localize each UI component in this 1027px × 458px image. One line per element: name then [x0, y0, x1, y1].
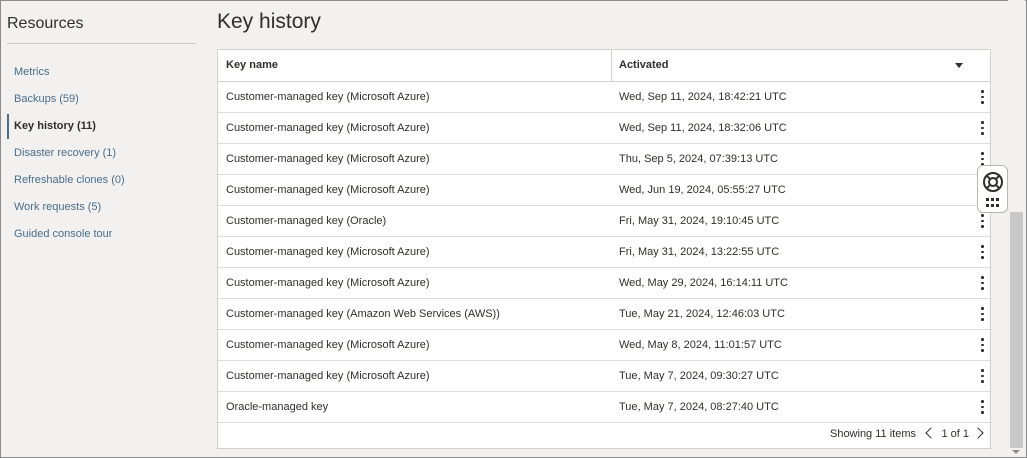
resources-title: Resources [7, 15, 84, 32]
resources-divider [7, 43, 196, 44]
activated-cell: Thu, Sep 5, 2024, 07:39:13 UTC [619, 153, 778, 165]
key-name-cell: Customer-managed key (Microsoft Azure) [226, 91, 430, 103]
kebab-icon[interactable] [975, 244, 989, 260]
resources-nav: Metrics Backups (59) Key history (11) Di… [7, 59, 197, 248]
sidebar-item-refreshable-clones[interactable]: Refreshable clones (0) [7, 167, 197, 194]
table-row: Customer-managed key (Microsoft Azure) Tu… [218, 361, 990, 392]
kebab-icon[interactable] [975, 399, 989, 415]
table-row: Customer-managed key (Microsoft Azure) We… [218, 268, 990, 299]
key-name-cell: Customer-managed key (Microsoft Azure) [226, 339, 430, 351]
activated-cell: Wed, May 29, 2024, 16:14:11 UTC [619, 277, 788, 289]
sidebar-item-backups[interactable]: Backups (59) [7, 86, 197, 113]
column-header-key-name[interactable]: Key name [226, 50, 278, 81]
table-row: Customer-managed key (Microsoft Azure) Th… [218, 144, 990, 175]
table-body: Customer-managed key (Microsoft Azure) We… [218, 82, 990, 423]
key-name-cell: Customer-managed key (Microsoft Azure) [226, 370, 430, 382]
key-name-cell: Customer-managed key (Microsoft Azure) [226, 246, 430, 258]
lifebuoy-icon[interactable] [982, 171, 1004, 193]
sidebar-item-work-requests[interactable]: Work requests (5) [7, 194, 197, 221]
activated-cell: Wed, May 8, 2024, 11:01:57 UTC [619, 339, 782, 351]
kebab-icon[interactable] [975, 368, 989, 384]
kebab-icon[interactable] [975, 275, 989, 291]
table-row: Customer-managed key (Microsoft Azure) Fr… [218, 237, 990, 268]
table-footer: Showing 11 items 1 of 1 [218, 420, 990, 448]
column-header-activated[interactable]: Activated [619, 50, 669, 81]
table-header: Key name Activated [218, 50, 990, 82]
activated-cell: Fri, May 31, 2024, 13:22:55 UTC [619, 246, 780, 258]
table-row: Oracle-managed key Tue, May 7, 2024, 08:2… [218, 392, 990, 423]
showing-count: Showing 11 items [829, 428, 916, 440]
scrollbar-thumb[interactable] [1010, 212, 1023, 448]
kebab-icon[interactable] [975, 120, 989, 136]
column-divider[interactable] [611, 50, 612, 81]
kebab-icon[interactable] [975, 213, 989, 229]
resources-sidebar: Resources Metrics Backups (59) Key histo… [7, 0, 197, 248]
table-row: Customer-managed key (Microsoft Azure) We… [218, 82, 990, 113]
activated-cell: Wed, Sep 11, 2024, 18:32:06 UTC [619, 122, 787, 134]
key-name-cell: Customer-managed key (Microsoft Azure) [226, 153, 430, 165]
table-row: Customer-managed key (Microsoft Azure) We… [218, 175, 990, 206]
scroll-down-arrow-icon[interactable] [1012, 450, 1020, 454]
sidebar-item-metrics[interactable]: Metrics [7, 59, 197, 86]
grid-icon[interactable] [986, 198, 1000, 208]
key-name-cell: Customer-managed key (Amazon Web Service… [226, 308, 500, 320]
key-name-cell: Customer-managed key (Microsoft Azure) [226, 277, 430, 289]
page-title: Key history [217, 10, 321, 33]
key-history-table: Key name Activated Customer-managed key … [217, 49, 991, 449]
key-name-cell: Oracle-managed key [226, 401, 329, 413]
key-name-cell: Customer-managed key (Oracle) [226, 215, 387, 227]
chevron-left-icon[interactable] [925, 427, 937, 439]
table-row: Customer-managed key (Oracle) Fri, May 31… [218, 206, 990, 237]
activated-cell: Tue, May 7, 2024, 09:30:27 UTC [619, 370, 779, 382]
kebab-icon[interactable] [975, 306, 989, 322]
kebab-icon[interactable] [975, 89, 989, 105]
table-row: Customer-managed key (Microsoft Azure) We… [218, 330, 990, 361]
kebab-icon[interactable] [975, 337, 989, 353]
sidebar-item-disaster-recovery[interactable]: Disaster recovery (1) [7, 140, 197, 167]
table-row: Customer-managed key (Amazon Web Service… [218, 299, 990, 330]
sidebar-item-guided-console-tour[interactable]: Guided console tour [7, 221, 197, 248]
sidebar-item-key-history[interactable]: Key history (11) [7, 113, 197, 140]
activated-cell: Wed, Jun 19, 2024, 05:55:27 UTC [619, 184, 786, 196]
key-name-cell: Customer-managed key (Microsoft Azure) [226, 122, 430, 134]
activated-cell: Tue, May 7, 2024, 08:27:40 UTC [619, 401, 779, 413]
help-widget[interactable] [977, 165, 1008, 213]
page-indicator: 1 of 1 [941, 428, 969, 440]
activated-cell: Fri, May 31, 2024, 19:10:45 UTC [619, 215, 780, 227]
key-name-cell: Customer-managed key (Microsoft Azure) [226, 184, 430, 196]
caret-down-icon[interactable] [955, 63, 963, 68]
table-row: Customer-managed key (Microsoft Azure) We… [218, 113, 990, 144]
chevron-right-icon[interactable] [972, 427, 984, 439]
activated-cell: Tue, May 21, 2024, 12:46:03 UTC [619, 308, 785, 320]
activated-cell: Wed, Sep 11, 2024, 18:42:21 UTC [619, 91, 787, 103]
